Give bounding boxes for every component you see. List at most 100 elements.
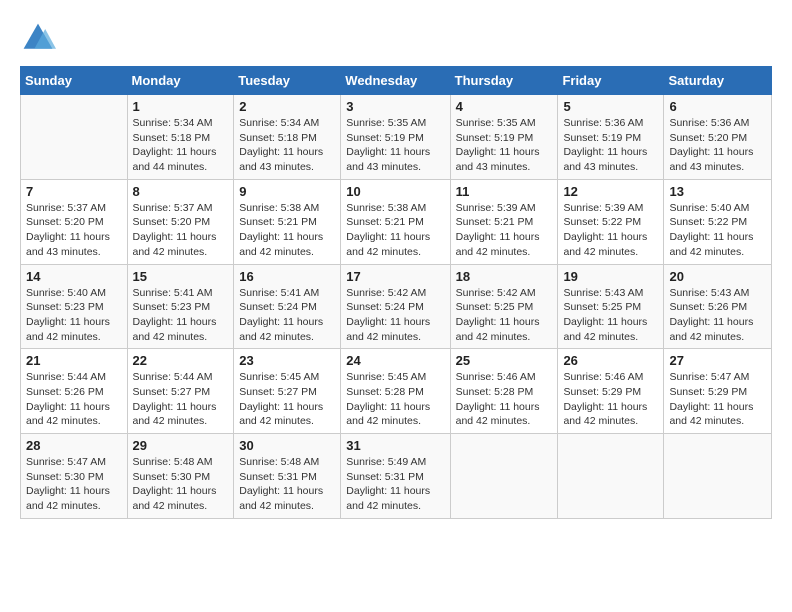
day-info: Sunrise: 5:49 AMSunset: 5:31 PMDaylight:… [346,455,444,514]
day-number: 25 [456,353,553,368]
header-tuesday: Tuesday [234,67,341,95]
header-sunday: Sunday [21,67,128,95]
calendar-cell: 12Sunrise: 5:39 AMSunset: 5:22 PMDayligh… [558,179,664,264]
day-info: Sunrise: 5:34 AMSunset: 5:18 PMDaylight:… [239,116,335,175]
day-number: 24 [346,353,444,368]
calendar-cell: 31 Sunrise: 5:49 AMSunset: 5:31 PMDayligh… [341,434,450,519]
calendar-cell: 4 Sunrise: 5:35 AMSunset: 5:19 PMDaylight… [450,95,558,180]
calendar-body: 1 Sunrise: 5:34 AMSunset: 5:18 PMDaylight… [21,95,772,519]
day-number: 26 [563,353,658,368]
day-info: Sunrise: 5:47 AMSunset: 5:30 PMDaylight:… [26,455,122,514]
logo [20,20,60,56]
calendar-cell: 3Sunrise: 5:35 AMSunset: 5:19 PMDaylight… [341,95,450,180]
calendar-cell: 1 Sunrise: 5:34 AMSunset: 5:18 PMDaylight… [127,95,234,180]
calendar-cell: 17Sunrise: 5:42 AMSunset: 5:24 PMDayligh… [341,264,450,349]
calendar-cell: 28 Sunrise: 5:47 AMSunset: 5:30 PMDayligh… [21,434,128,519]
week-row-1: 7 Sunrise: 5:37 AMSunset: 5:20 PMDaylight… [21,179,772,264]
day-number: 9 [239,184,335,199]
day-number: 12 [563,184,658,199]
day-info: Sunrise: 5:45 AMSunset: 5:28 PMDaylight:… [346,370,444,429]
day-info: Sunrise: 5:36 AMSunset: 5:20 PMDaylight:… [669,116,766,175]
day-number: 6 [669,99,766,114]
calendar-cell: 2 Sunrise: 5:34 AMSunset: 5:18 PMDaylight… [234,95,341,180]
calendar-cell: 21 Sunrise: 5:44 AMSunset: 5:26 PMDayligh… [21,349,128,434]
calendar-cell: 26 Sunrise: 5:46 AMSunset: 5:29 PMDayligh… [558,349,664,434]
calendar-cell: 7 Sunrise: 5:37 AMSunset: 5:20 PMDaylight… [21,179,128,264]
week-row-4: 28 Sunrise: 5:47 AMSunset: 5:30 PMDayligh… [21,434,772,519]
day-number: 27 [669,353,766,368]
day-info: Sunrise: 5:44 AMSunset: 5:26 PMDaylight:… [26,370,122,429]
day-info: Sunrise: 5:41 AMSunset: 5:23 PMDaylight:… [133,286,229,345]
week-row-0: 1 Sunrise: 5:34 AMSunset: 5:18 PMDaylight… [21,95,772,180]
header-row: SundayMondayTuesdayWednesdayThursdayFrid… [21,67,772,95]
day-info: Sunrise: 5:39 AMSunset: 5:21 PMDaylight:… [456,201,553,260]
week-row-3: 21 Sunrise: 5:44 AMSunset: 5:26 PMDayligh… [21,349,772,434]
calendar-cell [664,434,772,519]
day-info: Sunrise: 5:42 AMSunset: 5:25 PMDaylight:… [456,286,553,345]
day-number: 20 [669,269,766,284]
calendar-table: SundayMondayTuesdayWednesdayThursdayFrid… [20,66,772,519]
calendar-header: SundayMondayTuesdayWednesdayThursdayFrid… [21,67,772,95]
week-row-2: 14 Sunrise: 5:40 AMSunset: 5:23 PMDayligh… [21,264,772,349]
calendar-cell [558,434,664,519]
header-saturday: Saturday [664,67,772,95]
calendar-cell: 16 Sunrise: 5:41 AMSunset: 5:24 PMDayligh… [234,264,341,349]
day-info: Sunrise: 5:38 AMSunset: 5:21 PMDaylight:… [239,201,335,260]
day-info: Sunrise: 5:40 AMSunset: 5:23 PMDaylight:… [26,286,122,345]
day-number: 13 [669,184,766,199]
day-number: 16 [239,269,335,284]
calendar-cell: 9 Sunrise: 5:38 AMSunset: 5:21 PMDaylight… [234,179,341,264]
day-number: 19 [563,269,658,284]
day-info: Sunrise: 5:36 AMSunset: 5:19 PMDaylight:… [563,116,658,175]
day-number: 7 [26,184,122,199]
day-info: Sunrise: 5:41 AMSunset: 5:24 PMDaylight:… [239,286,335,345]
calendar-cell: 20 Sunrise: 5:43 AMSunset: 5:26 PMDayligh… [664,264,772,349]
calendar-cell: 25Sunrise: 5:46 AMSunset: 5:28 PMDayligh… [450,349,558,434]
calendar-cell [450,434,558,519]
day-number: 28 [26,438,122,453]
day-number: 4 [456,99,553,114]
day-number: 1 [133,99,229,114]
day-number: 17 [346,269,444,284]
calendar-cell: 13 Sunrise: 5:40 AMSunset: 5:22 PMDayligh… [664,179,772,264]
calendar-cell: 24 Sunrise: 5:45 AMSunset: 5:28 PMDayligh… [341,349,450,434]
day-info: Sunrise: 5:46 AMSunset: 5:29 PMDaylight:… [563,370,658,429]
day-info: Sunrise: 5:40 AMSunset: 5:22 PMDaylight:… [669,201,766,260]
day-number: 22 [133,353,229,368]
day-number: 14 [26,269,122,284]
calendar-cell: 10Sunrise: 5:38 AMSunset: 5:21 PMDayligh… [341,179,450,264]
day-number: 5 [563,99,658,114]
calendar-cell: 29 Sunrise: 5:48 AMSunset: 5:30 PMDayligh… [127,434,234,519]
logo-icon [20,20,56,56]
day-number: 21 [26,353,122,368]
day-number: 3 [346,99,444,114]
day-info: Sunrise: 5:44 AMSunset: 5:27 PMDaylight:… [133,370,229,429]
calendar-cell: 30Sunrise: 5:48 AMSunset: 5:31 PMDayligh… [234,434,341,519]
header-friday: Friday [558,67,664,95]
calendar-cell: 8Sunrise: 5:37 AMSunset: 5:20 PMDaylight… [127,179,234,264]
calendar-cell: 5 Sunrise: 5:36 AMSunset: 5:19 PMDaylight… [558,95,664,180]
calendar-cell: 6 Sunrise: 5:36 AMSunset: 5:20 PMDaylight… [664,95,772,180]
day-info: Sunrise: 5:47 AMSunset: 5:29 PMDaylight:… [669,370,766,429]
day-info: Sunrise: 5:45 AMSunset: 5:27 PMDaylight:… [239,370,335,429]
page-header [20,20,772,56]
calendar-cell: 15Sunrise: 5:41 AMSunset: 5:23 PMDayligh… [127,264,234,349]
header-thursday: Thursday [450,67,558,95]
header-wednesday: Wednesday [341,67,450,95]
day-number: 2 [239,99,335,114]
day-info: Sunrise: 5:43 AMSunset: 5:26 PMDaylight:… [669,286,766,345]
day-number: 23 [239,353,335,368]
day-number: 29 [133,438,229,453]
day-info: Sunrise: 5:48 AMSunset: 5:30 PMDaylight:… [133,455,229,514]
calendar-cell [21,95,128,180]
day-info: Sunrise: 5:35 AMSunset: 5:19 PMDaylight:… [456,116,553,175]
calendar-cell: 19Sunrise: 5:43 AMSunset: 5:25 PMDayligh… [558,264,664,349]
calendar-cell: 27 Sunrise: 5:47 AMSunset: 5:29 PMDayligh… [664,349,772,434]
day-info: Sunrise: 5:34 AMSunset: 5:18 PMDaylight:… [133,116,229,175]
day-number: 30 [239,438,335,453]
calendar-cell: 22 Sunrise: 5:44 AMSunset: 5:27 PMDayligh… [127,349,234,434]
calendar-cell: 23 Sunrise: 5:45 AMSunset: 5:27 PMDayligh… [234,349,341,434]
calendar-cell: 18Sunrise: 5:42 AMSunset: 5:25 PMDayligh… [450,264,558,349]
day-info: Sunrise: 5:37 AMSunset: 5:20 PMDaylight:… [26,201,122,260]
day-number: 31 [346,438,444,453]
